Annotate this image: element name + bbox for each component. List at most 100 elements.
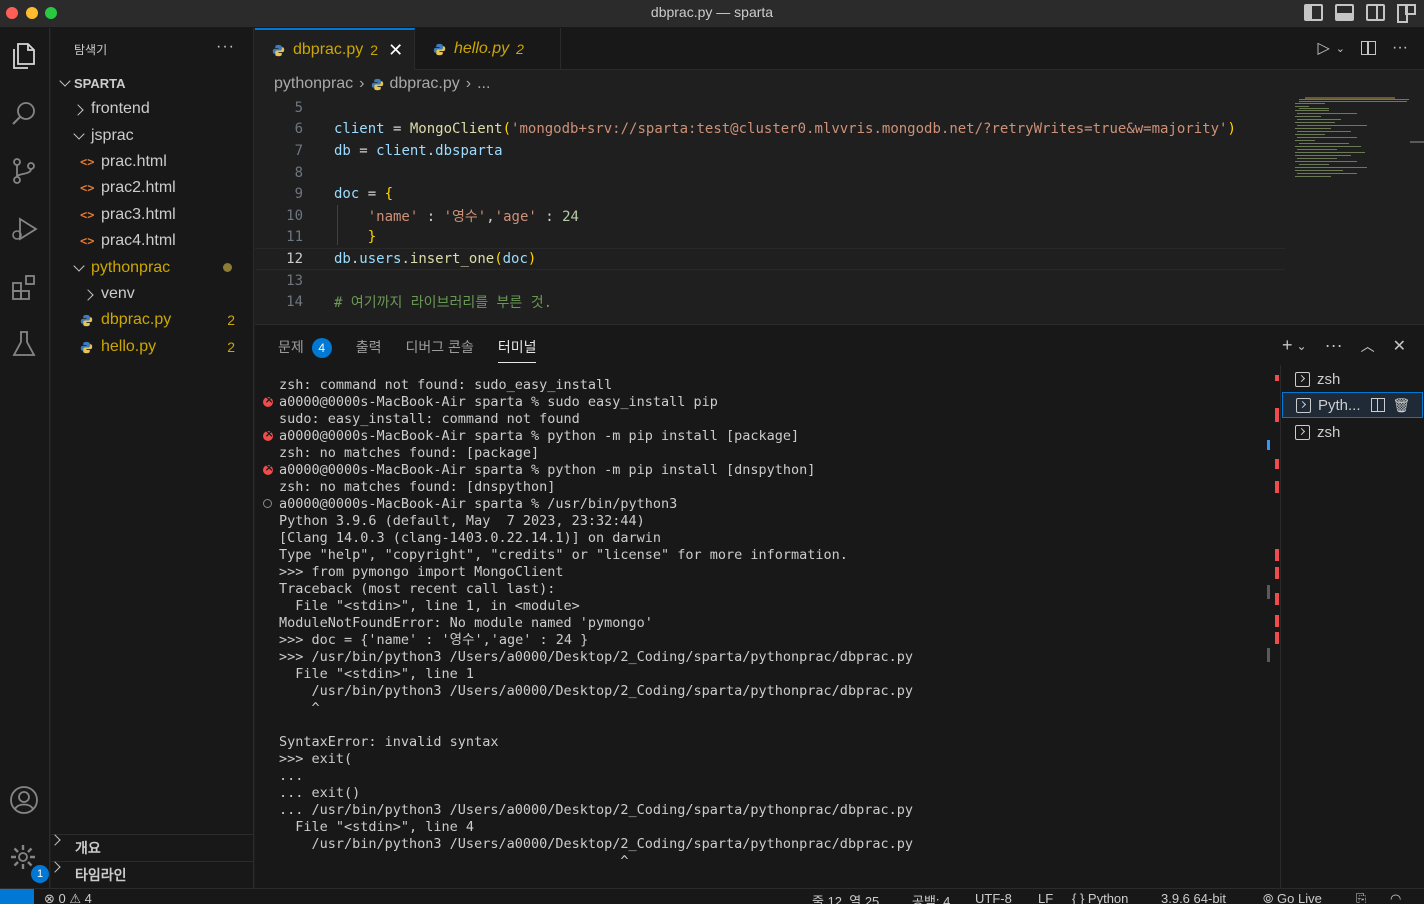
- code-text: db.users.insert_one(doc): [334, 250, 537, 267]
- chevron-down-icon[interactable]: ⌄: [1336, 42, 1345, 55]
- terminal-item-zsh[interactable]: zsh: [1295, 366, 1340, 392]
- tab-output[interactable]: 출력: [356, 337, 382, 357]
- account-icon[interactable]: [8, 784, 40, 816]
- editor-scrollbar-marker: [1410, 141, 1424, 143]
- testing-icon[interactable]: [8, 328, 40, 360]
- language-mode[interactable]: { } Python: [1072, 891, 1128, 904]
- tree-file[interactable]: dbprac.py 2: [51, 307, 253, 333]
- code-line[interactable]: 7 db = client.dbsparta: [255, 140, 1285, 162]
- tab-hello[interactable]: hello.py 2: [416, 28, 561, 70]
- toggle-primary-sidebar-icon[interactable]: [1304, 4, 1323, 21]
- workspace-root[interactable]: SPARTA: [51, 70, 253, 96]
- terminal-scrollbar[interactable]: [1266, 375, 1280, 889]
- chevron-down-icon[interactable]: ⌄: [1297, 339, 1307, 353]
- tab-label: hello.py: [454, 40, 510, 57]
- toggle-panel-icon[interactable]: [1335, 4, 1354, 21]
- code-editor[interactable]: 5 6 client = MongoClient('mongodb+srv://sp…: [255, 97, 1285, 324]
- trash-icon[interactable]: 🗑: [1393, 397, 1411, 414]
- search-icon[interactable]: [8, 98, 40, 130]
- terminal-label: zsh: [1317, 423, 1341, 441]
- run-python-icon[interactable]: ▷: [1317, 38, 1329, 58]
- command-error-icon[interactable]: [263, 461, 274, 475]
- code-line[interactable]: 13: [255, 270, 1285, 292]
- tab-terminal[interactable]: 터미널: [497, 337, 536, 363]
- terminal-line: ^: [279, 853, 629, 869]
- explorer-icon[interactable]: [8, 40, 40, 72]
- code-line[interactable]: 14 # 여기까지 라이브러리를 부른 것.: [255, 291, 1285, 313]
- accounts-icon[interactable]: ⎘: [1356, 891, 1366, 904]
- terminal-line: >>> from pymongo import MongoClient: [279, 564, 564, 580]
- tree-folder[interactable]: frontend: [51, 96, 253, 122]
- command-error-icon[interactable]: [263, 393, 274, 407]
- python-interpreter[interactable]: 3.9.6 64-bit: [1161, 891, 1226, 904]
- code-line[interactable]: 8: [255, 162, 1285, 184]
- customize-layout-icon[interactable]: [1397, 4, 1416, 23]
- terminal-item-zsh[interactable]: zsh: [1295, 419, 1340, 445]
- settings-gear-icon[interactable]: 1: [8, 842, 49, 883]
- code-line[interactable]: 6 client = MongoClient('mongodb+srv://spa…: [255, 119, 1285, 141]
- tree-item-label: pythonprac: [91, 258, 171, 276]
- terminal-line: >>> /usr/bin/python3 /Users/a0000/Deskto…: [279, 649, 913, 665]
- code-line[interactable]: 12 db.users.insert_one(doc): [255, 248, 1285, 270]
- tree-item-label: prac2.html: [101, 179, 176, 197]
- tab-problems[interactable]: 문제 4: [278, 337, 332, 358]
- tree-file[interactable]: <> prac2.html: [51, 175, 253, 201]
- timeline-section[interactable]: 타임라인: [51, 861, 254, 887]
- tree-folder[interactable]: pythonprac: [51, 254, 253, 280]
- run-debug-icon[interactable]: [8, 213, 40, 245]
- toggle-secondary-sidebar-icon[interactable]: [1366, 4, 1385, 21]
- tab-dbprac[interactable]: dbprac.py 2 ✕: [255, 28, 415, 70]
- explorer-sidebar: 탐색기 ··· SPARTA frontend jsprac <> prac.html…: [51, 28, 254, 888]
- extensions-icon[interactable]: [8, 271, 40, 303]
- line-ending[interactable]: LF: [1038, 891, 1053, 904]
- html-file-icon: <>: [80, 207, 95, 222]
- encoding[interactable]: UTF-8: [975, 891, 1012, 904]
- more-actions-icon[interactable]: ···: [1325, 335, 1343, 356]
- code-line[interactable]: 10 'name' : '영수','age' : 24: [255, 205, 1285, 227]
- remote-indicator-icon[interactable]: [0, 889, 34, 904]
- chevron-right-icon: [74, 105, 84, 115]
- tree-item-label: dbprac.py: [101, 311, 172, 329]
- terminal-line: ^: [279, 700, 320, 716]
- outline-section[interactable]: 개요: [51, 834, 254, 860]
- more-actions-icon[interactable]: ···: [216, 38, 235, 56]
- terminal-item-python[interactable]: Pyth... 🗑: [1282, 392, 1423, 418]
- tree-folder[interactable]: venv: [51, 281, 253, 307]
- indent-guide: [337, 205, 338, 245]
- command-running-icon[interactable]: [263, 499, 272, 508]
- minimap[interactable]: [1295, 97, 1410, 187]
- more-actions-icon[interactable]: ···: [1392, 39, 1408, 57]
- notifications-bell-icon[interactable]: ◠: [1390, 891, 1401, 904]
- go-live-button[interactable]: ⦾ Go Live: [1263, 891, 1322, 904]
- command-error-icon[interactable]: [263, 427, 274, 441]
- close-icon[interactable]: ✕: [388, 40, 403, 61]
- terminal-line: Traceback (most recent call last):: [279, 581, 556, 597]
- terminal-line: a0000@0000s-MacBook-Air sparta % /usr/bi…: [279, 496, 678, 512]
- code-line[interactable]: 9 doc = {: [255, 183, 1285, 205]
- tree-item-label: prac3.html: [101, 205, 176, 223]
- terminal-line: Python 3.9.6 (default, May 7 2023, 23:32…: [279, 513, 645, 529]
- tree-file[interactable]: <> prac4.html: [51, 228, 253, 254]
- terminal-line: Type "help", "copyright", "credits" or "…: [279, 547, 848, 563]
- tab-debug-console[interactable]: 디버그 콘솔: [406, 337, 474, 357]
- terminal-output[interactable]: zsh: command not found: sudo_easy_instal…: [255, 377, 1270, 903]
- indentation[interactable]: 공백: 4: [912, 891, 950, 904]
- new-terminal-icon[interactable]: +: [1282, 335, 1293, 356]
- cursor-position[interactable]: 줄 12, 열 25: [812, 891, 879, 904]
- close-panel-icon[interactable]: ✕: [1393, 336, 1406, 356]
- terminal-line: SyntaxError: invalid syntax: [279, 734, 499, 750]
- code-line[interactable]: 11 }: [255, 227, 1285, 249]
- tree-folder[interactable]: jsprac: [51, 122, 253, 148]
- source-control-icon[interactable]: [8, 155, 40, 187]
- problems-status[interactable]: ⊗ 0 ⚠ 4: [44, 891, 92, 904]
- tree-file[interactable]: <> prac.html: [51, 149, 253, 175]
- timeline-label: 타임라인: [75, 866, 127, 883]
- split-terminal-icon[interactable]: [1370, 398, 1385, 412]
- tree-file[interactable]: <> prac3.html: [51, 202, 253, 228]
- tree-file[interactable]: hello.py 2: [51, 334, 253, 360]
- panel-tabs: 문제 4 출력 디버그 콘솔 터미널: [278, 335, 560, 363]
- code-line[interactable]: 5: [255, 97, 1285, 119]
- maximize-panel-icon[interactable]: ︿: [1361, 336, 1375, 356]
- line-number: 11: [286, 229, 303, 246]
- split-editor-icon[interactable]: [1361, 41, 1377, 55]
